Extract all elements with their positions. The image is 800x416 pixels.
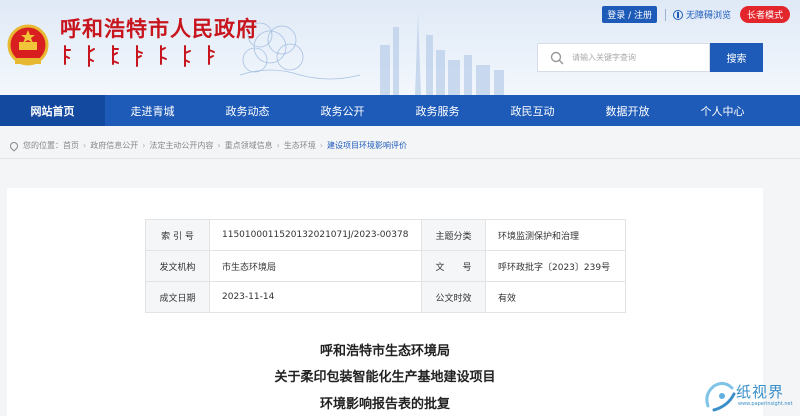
breadcrumb-separator: › [83,141,87,150]
nav-item-interaction[interactable]: 政民互动 [485,95,580,126]
breadcrumb-separator: › [142,141,146,150]
breadcrumb-item-statutory[interactable]: 法定主动公开内容 [149,140,213,151]
meta-issuer: 市生态环境局 [209,250,422,282]
breadcrumb-item-ecology[interactable]: 生态环境 [284,140,316,151]
meta-label: 文 号 [421,250,486,282]
meta-index-number: 1150100011520132021071J/2023-00378 [209,219,422,251]
breadcrumb-separator: › [217,141,221,150]
national-emblem-icon [7,24,49,66]
document-meta-table: 索 引 号 1150100011520132021071J/2023-00378… [145,219,626,313]
table-row: 成文日期 2023-11-14 公文时效 有效 [145,281,626,313]
breadcrumb-item-home[interactable]: 首页 [63,140,79,151]
meta-label: 成文日期 [145,281,210,313]
search-icon [550,51,564,64]
divider [664,8,666,21]
top-links: 登录 / 注册 无障碍浏览 长者模式 [602,6,790,23]
meta-validity: 有效 [485,281,626,313]
search-button[interactable]: 搜索 [710,43,763,72]
breadcrumb-separator: › [319,141,324,150]
meta-date: 2023-11-14 [209,281,422,313]
accessibility-link[interactable]: 无障碍浏览 [672,8,731,21]
city-skyline-illustration [239,13,504,95]
breadcrumb-item-key-areas[interactable]: 重点领域信息 [225,140,273,151]
breadcrumb: 您的位置： 首页 › 政府信息公开 › 法定主动公开内容 › 重点领域信息 › … [8,139,407,152]
meta-label: 主题分类 [421,219,486,251]
document-title-line-1: 呼和浩特市生态环境局 [319,344,450,359]
nav-item-about-city[interactable]: 走进青城 [105,95,200,126]
breadcrumb-divider [0,158,800,159]
document-title-line-3: 环境影响报告表的批复 [319,397,450,412]
nav-item-news[interactable]: 政务动态 [200,95,295,126]
breadcrumb-item-gov-info[interactable]: 政府信息公开 [90,140,138,151]
search-input[interactable] [572,53,702,62]
table-row: 索 引 号 1150100011520132021071J/2023-00378… [145,219,626,251]
search-box [537,43,710,72]
site-title: 呼和浩特市人民政府 [60,17,258,41]
elder-mode-button[interactable]: 长者模式 [739,6,790,23]
watermark-url: www.paperinsight.net [738,401,793,407]
mongolian-script-title [64,45,215,67]
document-title-line-2: 关于柔印包装智能化生产基地建设项目 [274,370,496,385]
watermark-text: 纸视界 [736,383,785,401]
meta-topic: 环境监测保护和治理 [485,219,626,251]
accessibility-label: 无障碍浏览 [685,11,731,21]
meta-document-number: 呼环政批字〔2023〕239号 [485,250,626,282]
breadcrumb-item-current[interactable]: 建设项目环境影响评价 [327,140,407,151]
meta-label: 索 引 号 [145,219,210,251]
accessibility-icon [672,9,683,20]
meta-label: 公文时效 [421,281,486,313]
meta-label: 发文机构 [145,250,210,282]
location-pin-icon [8,139,20,152]
nav-item-open-data[interactable]: 数据开放 [580,95,675,126]
main-nav: 网站首页 走进青城 政务动态 政务公开 政务服务 政民互动 数据开放 个人中心 [0,95,800,126]
breadcrumb-separator: › [276,141,280,150]
nav-item-services[interactable]: 政务服务 [390,95,485,126]
site-header: 呼和浩特市人民政府 登录 / 注册 无障碍浏览 长者模式 搜索 [0,0,800,95]
login-register-button[interactable]: 登录 / 注册 [602,6,657,23]
nav-item-personal-center[interactable]: 个人中心 [675,95,770,126]
table-row: 发文机构 市生态环境局 文 号 呼环政批字〔2023〕239号 [145,250,626,282]
nav-item-disclosure[interactable]: 政务公开 [295,95,390,126]
breadcrumb-prefix: 您的位置： [23,141,63,150]
nav-item-home[interactable]: 网站首页 [0,95,105,126]
